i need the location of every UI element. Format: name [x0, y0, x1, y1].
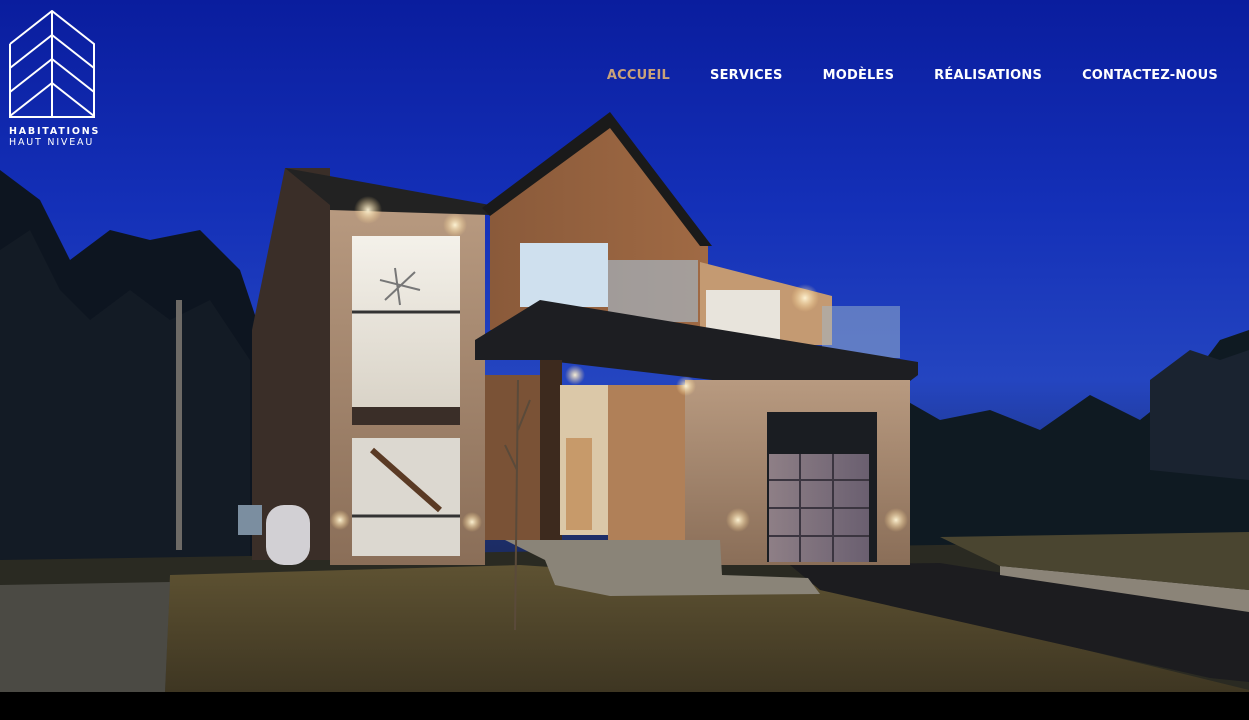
brand-name-line2: HAUT NIVEAU — [9, 137, 95, 148]
brand-name-line1: HABITATIONS — [9, 126, 101, 137]
bottom-bar — [0, 692, 1249, 720]
nav-item-realisations[interactable]: RÉALISATIONS — [934, 68, 1042, 83]
nav-item-modeles[interactable]: MODÈLES — [823, 68, 895, 83]
hero-house-image — [0, 112, 1249, 692]
hero-section — [0, 0, 1249, 692]
house-chevron-icon — [9, 10, 95, 118]
brand-logo[interactable]: HABITATIONS HAUT NIVEAU — [9, 10, 99, 148]
nav-item-accueil[interactable]: ACCUEIL — [607, 68, 670, 83]
nav-item-contactez-nous[interactable]: CONTACTEZ-NOUS — [1082, 68, 1218, 83]
main-nav: ACCUEIL SERVICES MODÈLES RÉALISATIONS CO… — [607, 68, 1218, 83]
nav-item-services[interactable]: SERVICES — [710, 68, 783, 83]
